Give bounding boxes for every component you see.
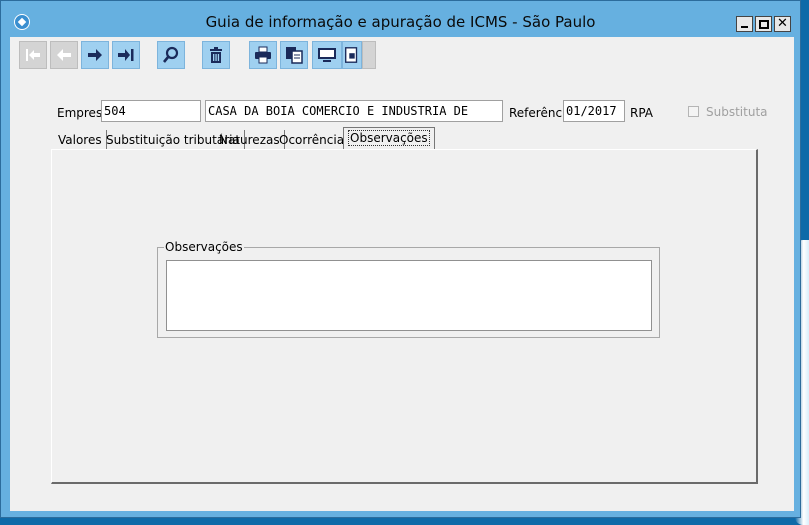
empresa-name-field[interactable]: CASA DA BOIA COMERCIO E INDUSTRIA DE <box>205 100 503 122</box>
partial-toolbar-button[interactable] <box>362 41 376 69</box>
toolbar <box>10 37 794 71</box>
delete-button[interactable] <box>202 41 230 69</box>
close-button[interactable]: ✕ <box>774 16 791 32</box>
screen-preview-button[interactable] <box>312 41 342 69</box>
print-button[interactable] <box>249 41 277 69</box>
maximize-button[interactable] <box>755 16 772 32</box>
export-document-icon <box>345 47 358 63</box>
last-record-button[interactable] <box>112 41 140 69</box>
substituta-label: Substituta <box>706 105 768 119</box>
copy-icon <box>286 47 303 64</box>
tab-observacoes[interactable]: Observações <box>343 127 435 150</box>
tab-panel-observacoes: Observações <box>51 149 758 484</box>
observacoes-textarea[interactable] <box>166 260 652 331</box>
copy-button[interactable] <box>280 41 308 69</box>
close-icon: ✕ <box>777 16 788 31</box>
screen-preview-icon <box>318 48 336 62</box>
window-title: Guia de informação e apuração de ICMS - … <box>205 13 596 31</box>
observacoes-group: Observações <box>157 241 660 338</box>
export-document-button[interactable] <box>342 41 362 69</box>
tab-label: Ocorrências <box>279 133 351 147</box>
rpa-label: RPA <box>630 106 654 120</box>
tab-label: Valores <box>58 133 102 147</box>
substituta-checkbox[interactable] <box>688 106 699 117</box>
empresa-code-field[interactable]: 504 <box>101 100 201 122</box>
first-record-icon <box>26 49 40 61</box>
search-button[interactable] <box>157 41 185 69</box>
next-record-icon <box>88 49 102 61</box>
client-area: Empresa 504 CASA DA BOIA COMERCIO E INDU… <box>10 37 794 511</box>
tab-label: Observações <box>348 130 430 146</box>
tab-label: Naturezas <box>219 133 280 147</box>
observacoes-group-label: Observações <box>164 240 244 254</box>
app-window: Guia de informação e apuração de ICMS - … <box>0 0 801 518</box>
search-icon <box>162 46 179 63</box>
tab-valores[interactable]: Valores <box>54 130 107 150</box>
delete-icon <box>210 47 222 63</box>
previous-record-icon <box>57 49 71 61</box>
referencia-field[interactable]: 01/2017 <box>563 100 625 122</box>
last-record-icon <box>118 49 134 61</box>
next-record-button[interactable] <box>81 41 109 69</box>
first-record-button[interactable] <box>19 41 47 69</box>
print-icon <box>255 46 271 64</box>
title-bar[interactable]: Guia de informação e apuração de ICMS - … <box>1 1 800 37</box>
previous-record-button[interactable] <box>50 41 78 69</box>
minimize-button[interactable] <box>736 16 753 32</box>
